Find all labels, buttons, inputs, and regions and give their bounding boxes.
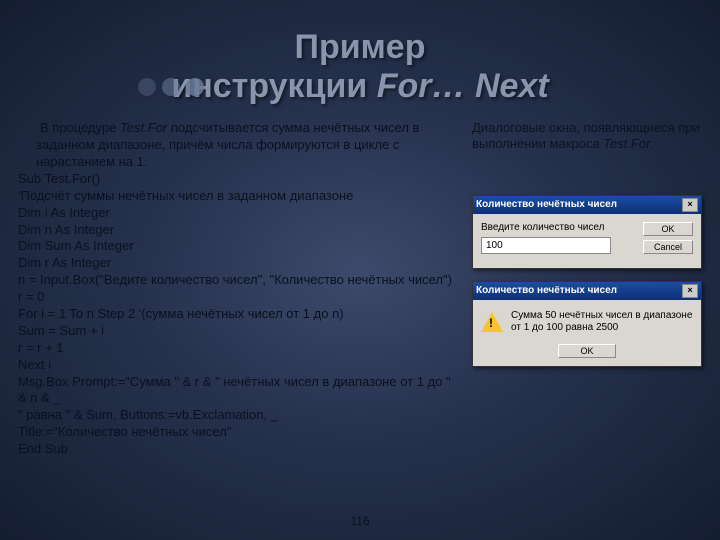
page-number: 116: [0, 514, 720, 528]
code-line: Sum = Sum + i: [18, 323, 458, 340]
intro-text: В процедуре Test.For подсчитывается сумм…: [18, 120, 458, 171]
code-line: Title:="Количество нечётных чисел": [18, 424, 458, 441]
window-titlebar: Количество нечётных чисел ×: [473, 196, 701, 214]
title-line2b: For… Next: [377, 67, 549, 105]
code-line: Dim i As Integer: [18, 205, 458, 222]
code-line: 'Подсчёт суммы нечётных чисел в заданном…: [18, 188, 458, 205]
code-line: n = Input.Box("Ведите количество чисел",…: [18, 272, 458, 289]
ok-button[interactable]: OK: [643, 222, 693, 236]
slide-title: Пример инструкции For… Next: [0, 0, 720, 106]
close-icon[interactable]: ×: [682, 198, 698, 212]
window-title: Количество нечётных чисел: [476, 285, 617, 296]
inputbox-window: Количество нечётных чисел × OK Cancel Вв…: [472, 195, 702, 269]
msgbox-text: Сумма 50 нечётных чисел в диапазоне от 1…: [511, 310, 693, 334]
code-block: Sub Test.For() 'Подсчёт суммы нечётных ч…: [18, 171, 458, 458]
close-icon[interactable]: ×: [682, 284, 698, 298]
right-column: Диалоговые окна, появляющиеся при выполн…: [472, 120, 702, 458]
code-line: Sub Test.For(): [18, 171, 458, 188]
code-line: Dim Sum As Integer: [18, 238, 458, 255]
input-field[interactable]: 100: [481, 237, 611, 254]
ok-button[interactable]: OK: [558, 344, 616, 358]
window-title: Количество нечётных чисел: [476, 199, 617, 210]
code-line: r = 0: [18, 289, 458, 306]
code-line: Dim r As Integer: [18, 255, 458, 272]
side-note: Диалоговые окна, появляющиеся при выполн…: [472, 120, 702, 153]
msgbox-window: Количество нечётных чисел × Сумма 50 неч…: [472, 281, 702, 367]
code-line: r = r + 1: [18, 340, 458, 357]
window-titlebar: Количество нечётных чисел ×: [473, 282, 701, 300]
title-line1: Пример: [295, 28, 426, 66]
code-line: For i = 1 To n Step 2 '(сумма нечётных ч…: [18, 306, 458, 323]
cancel-button[interactable]: Cancel: [643, 240, 693, 254]
code-line: Dim n As Integer: [18, 222, 458, 239]
exclamation-icon: [481, 312, 503, 332]
code-line: " равна " & Sum, Buttons:=vb.Exclamation…: [18, 407, 458, 424]
code-line: Msg.Box Prompt:="Сумма " & r & " нечётны…: [18, 374, 458, 408]
decor-dots: [138, 78, 204, 96]
code-line: End Sub: [18, 441, 458, 458]
left-column: В процедуре Test.For подсчитывается сумм…: [18, 120, 458, 458]
code-line: Next i: [18, 357, 458, 374]
